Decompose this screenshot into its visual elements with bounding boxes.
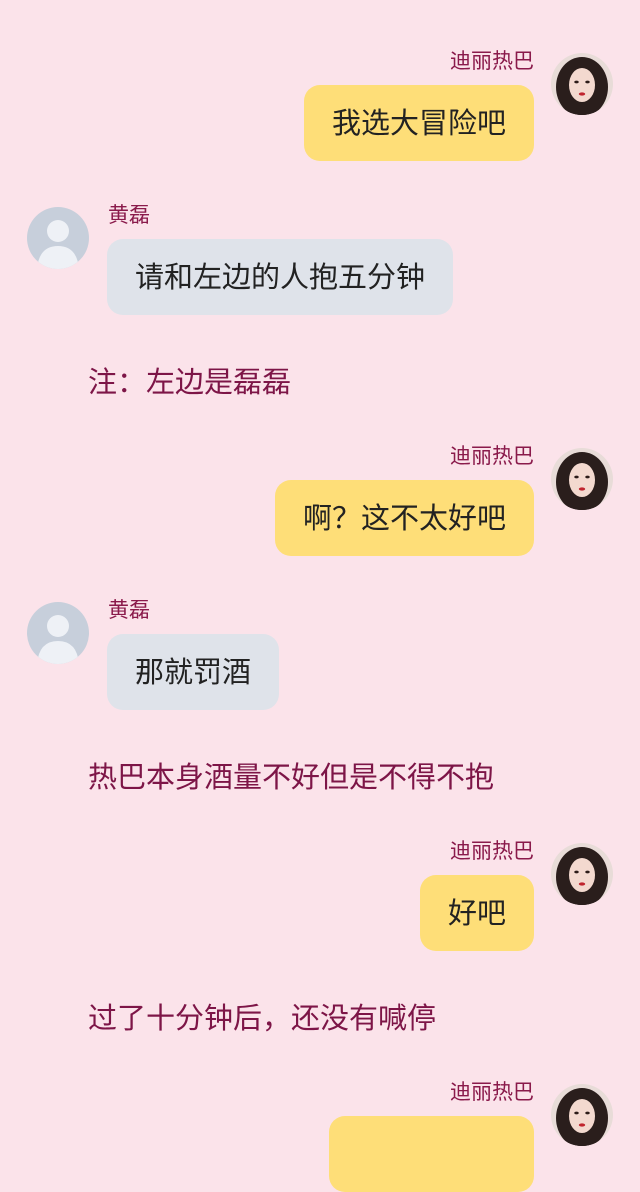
narration-text: 注：左边是磊磊 — [88, 365, 292, 399]
chat-bubble[interactable]: 好吧 — [419, 875, 534, 951]
narration-text: 过了十分钟后，还没有喊停 — [88, 1001, 437, 1035]
sender-name: 黄磊 — [108, 203, 150, 227]
avatar-dilireba[interactable] — [551, 843, 613, 905]
narration-text: 热巴本身酒量不好但是不得不抱 — [88, 760, 495, 794]
avatar-huanglei[interactable] — [27, 207, 89, 269]
chat-bubble[interactable]: 请和左边的人抱五分钟 — [107, 239, 454, 315]
chat-bubble[interactable]: 我选大冒险吧 — [303, 85, 534, 161]
chat-bubble[interactable]: 啊？这不太好吧 — [274, 480, 534, 556]
sender-name: 迪丽热巴 — [450, 1080, 534, 1104]
sender-name: 迪丽热巴 — [450, 49, 534, 73]
sender-name: 迪丽热巴 — [450, 444, 534, 468]
sender-name: 黄磊 — [108, 598, 150, 622]
avatar-huanglei[interactable] — [27, 602, 89, 664]
avatar-dilireba[interactable] — [551, 1084, 613, 1146]
avatar-dilireba[interactable] — [551, 448, 613, 510]
sender-name: 迪丽热巴 — [450, 839, 534, 863]
chat-bubble[interactable] — [329, 1116, 534, 1192]
avatar-dilireba[interactable] — [551, 53, 613, 115]
chat-bubble[interactable]: 那就罚酒 — [107, 634, 280, 710]
